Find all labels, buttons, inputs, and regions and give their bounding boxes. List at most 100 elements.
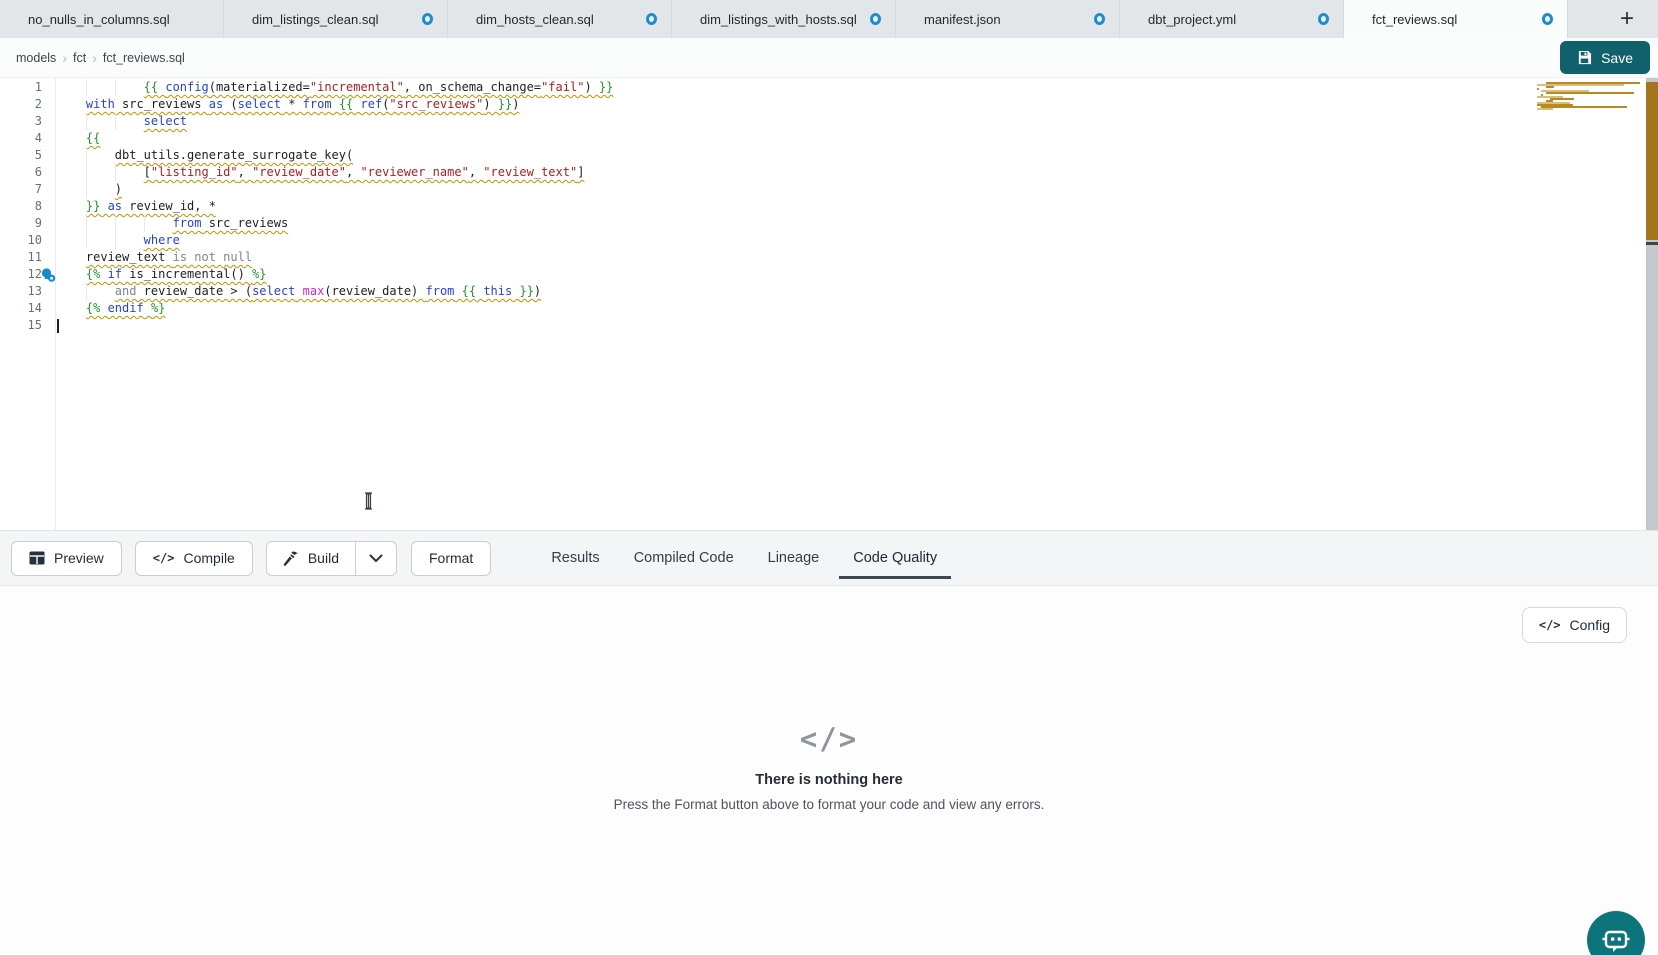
- code-token: [: [144, 165, 151, 179]
- unsaved-changes-dot[interactable]: [1542, 13, 1553, 25]
- panel-tab-compiled-code[interactable]: Compiled Code: [617, 531, 751, 585]
- line-number: 1: [0, 79, 42, 96]
- code-line-12[interactable]: {% if is_incremental() %}: [57, 266, 1588, 283]
- indent-guide: [57, 215, 86, 232]
- breadcrumb-item[interactable]: fct: [73, 51, 86, 65]
- code-token: ,: [238, 165, 252, 179]
- unsaved-changes-dot[interactable]: [646, 13, 657, 25]
- code-line-4[interactable]: {{: [57, 130, 1588, 147]
- line-number: 13: [0, 283, 42, 300]
- build-button[interactable]: Build: [267, 542, 355, 575]
- code-line-2[interactable]: with src_reviews as (select * from {{ re…: [57, 96, 1588, 113]
- editor-minimap[interactable]: [1532, 82, 1644, 110]
- code-token: select: [144, 114, 187, 128]
- code-token: ref: [361, 97, 383, 111]
- indent-guide: [115, 79, 144, 96]
- unsaved-changes-dot[interactable]: [870, 13, 881, 25]
- indent-guide: [115, 113, 144, 130]
- breadcrumb-item[interactable]: fct_reviews.sql: [103, 51, 185, 65]
- config-code-icon: </>: [1539, 618, 1561, 632]
- file-tab-label: fct_reviews.sql: [1372, 12, 1534, 27]
- new-tab-button[interactable]: +: [1620, 7, 1634, 31]
- indent-guide: [86, 79, 115, 96]
- line-number: 6: [0, 164, 42, 181]
- code-line-5[interactable]: dbt_utils.generate_surrogate_key(: [57, 147, 1588, 164]
- unsaved-changes-dot[interactable]: [422, 13, 433, 25]
- code-token: max: [303, 284, 325, 298]
- indent-guide: [57, 300, 86, 317]
- indent-guide: [57, 232, 86, 249]
- code-token: if: [108, 267, 122, 281]
- code-line-1[interactable]: {{ config(materialized="incremental", on…: [57, 79, 1588, 96]
- minimap-line: [1546, 92, 1634, 94]
- floppy-disk-icon: [1577, 50, 1592, 65]
- code-token: review_id, *: [122, 199, 216, 213]
- file-tab-dbt_project-yml[interactable]: dbt_project.yml: [1120, 0, 1344, 38]
- code-token: "src_reviews": [389, 97, 483, 111]
- breadcrumb-item[interactable]: models: [16, 51, 56, 65]
- file-tab-label: dim_listings_with_hosts.sql: [700, 12, 862, 27]
- code-token: }}: [519, 284, 533, 298]
- panel-tab-code-quality[interactable]: Code Quality: [836, 531, 954, 585]
- config-button-label: Config: [1570, 617, 1610, 633]
- code-token: ,: [469, 165, 483, 179]
- code-token: "incremental": [310, 80, 404, 94]
- code-token: (review_date): [324, 284, 425, 298]
- indent-guide: [86, 181, 115, 198]
- editor-scrollbar[interactable]: [1646, 78, 1658, 530]
- indent-guide: [115, 164, 144, 181]
- empty-state-title: There is nothing here: [0, 772, 1658, 788]
- line-number: 12: [0, 266, 42, 283]
- unsaved-changes-dot[interactable]: [1094, 13, 1105, 25]
- file-tab-dim_listings_with_hosts-sql[interactable]: dim_listings_with_hosts.sql: [672, 0, 896, 38]
- preview-button[interactable]: Preview: [11, 541, 122, 576]
- code-line-6[interactable]: ["listing_id", "review_date", "reviewer_…: [57, 164, 1588, 181]
- panel-tab-results[interactable]: Results: [534, 531, 616, 585]
- code-content[interactable]: {{ config(materialized="incremental", on…: [57, 79, 1588, 334]
- quickfix-lightbulb-icon[interactable]: [41, 268, 56, 282]
- file-tab-manifest-json[interactable]: manifest.json: [896, 0, 1120, 38]
- code-line-8[interactable]: }} as review_id, *: [57, 198, 1588, 215]
- code-line-10[interactable]: where: [57, 232, 1588, 249]
- empty-state-subtitle: Press the Format button above to format …: [0, 797, 1658, 812]
- chat-assistant-button[interactable]: [1587, 911, 1645, 955]
- code-token: src_reviews: [201, 216, 288, 230]
- file-tab-label: dim_hosts_clean.sql: [476, 12, 638, 27]
- code-token: [295, 284, 302, 298]
- code-editor[interactable]: 123456789101112131415 {{ config(material…: [0, 78, 1658, 530]
- code-token: select: [238, 97, 281, 111]
- mouse-ibeam-cursor: [362, 492, 375, 511]
- code-token: (materialized=: [209, 80, 310, 94]
- code-token: is_incremental(): [122, 267, 252, 281]
- file-tab-dim_listings_clean-sql[interactable]: dim_listings_clean.sql: [224, 0, 448, 38]
- file-tab-no_nulls_in_columns-sql[interactable]: no_nulls_in_columns.sql: [0, 0, 224, 38]
- panel-tab-lineage[interactable]: Lineage: [751, 531, 837, 585]
- save-button[interactable]: Save: [1560, 41, 1650, 74]
- code-token: {{: [86, 131, 100, 145]
- file-tab-label: dbt_project.yml: [1148, 12, 1310, 27]
- compile-button[interactable]: </> Compile: [135, 541, 253, 576]
- preview-button-label: Preview: [54, 550, 104, 566]
- file-tab-fct_reviews-sql[interactable]: fct_reviews.sql: [1344, 0, 1568, 38]
- code-line-9[interactable]: from src_reviews: [57, 215, 1588, 232]
- code-token: %}: [151, 301, 165, 315]
- format-button[interactable]: Format: [411, 541, 491, 576]
- file-tab-label: no_nulls_in_columns.sql: [28, 12, 209, 27]
- indent-guide: [57, 181, 86, 198]
- code-token: select: [252, 284, 295, 298]
- unsaved-changes-dot[interactable]: [1318, 13, 1329, 25]
- code-line-3[interactable]: select: [57, 113, 1588, 130]
- code-token: from: [426, 284, 455, 298]
- line-number: 11: [0, 249, 42, 266]
- code-line-15[interactable]: [57, 317, 1588, 334]
- format-button-label: Format: [429, 550, 473, 566]
- scrollbar-warning-zone: [1646, 82, 1658, 240]
- build-dropdown-button[interactable]: [356, 542, 396, 575]
- code-line-14[interactable]: {% endif %}: [57, 300, 1588, 317]
- code-line-11[interactable]: review_text is not null: [57, 249, 1588, 266]
- file-tab-dim_hosts_clean-sql[interactable]: dim_hosts_clean.sql: [448, 0, 672, 38]
- config-button[interactable]: </> Config: [1522, 607, 1627, 643]
- code-line-13[interactable]: and review_date > (select max(review_dat…: [57, 283, 1588, 300]
- file-tab-label: manifest.json: [924, 12, 1086, 27]
- code-line-7[interactable]: ): [57, 181, 1588, 198]
